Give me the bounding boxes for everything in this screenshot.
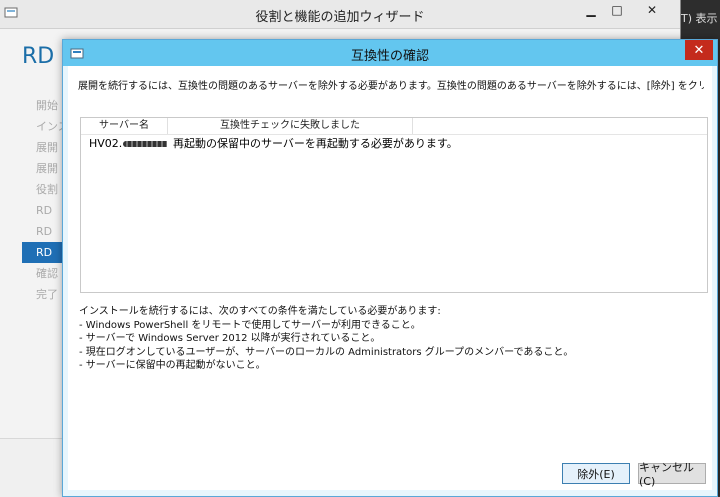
wizard-titlebar: 役割と機能の追加ウィザード ▁ □ ✕	[0, 0, 680, 29]
wizard-heading: RD	[22, 44, 55, 69]
failure-reason-cell: 再起動の保留中のサーバーを再起動する必要があります。	[173, 137, 458, 150]
cancel-button[interactable]: キャンセル(C)	[638, 461, 706, 488]
condition-line: - サーバーに保留中の再起動がないこと。	[79, 360, 266, 371]
server-list[interactable]: サーバー名 互換性チェックに失敗しました HV02. 再起動の保留中のサーバーを…	[80, 117, 708, 293]
dialog-buttons: 除外(E) キャンセル(C)	[562, 461, 706, 488]
dialog-close-button[interactable]: ✕	[685, 40, 713, 60]
dialog-titlebar: 互換性の確認 ✕	[63, 40, 717, 66]
compatibility-dialog: 互換性の確認 ✕ 展開を続行するには、互換性の問題のあるサーバーを除外する必要が…	[62, 39, 718, 497]
redacted-mark	[123, 141, 167, 147]
condition-line: - サーバーで Windows Server 2012 以降が実行されていること…	[79, 333, 381, 344]
server-name-text: HV02.	[89, 137, 123, 150]
server-name-cell: HV02.	[81, 135, 167, 152]
dialog-body: 展開を続行するには、互換性の問題のあるサーバーを除外する必要があります。互換性の…	[68, 66, 712, 490]
conditions-text: インストールを続行するには、次のすべての条件を満たしている必要があります: - …	[79, 305, 705, 373]
wizard-window-controls: ▁ □ ✕	[578, 0, 674, 20]
remove-button[interactable]: 除外(E)	[562, 463, 630, 484]
condition-line: インストールを続行するには、次のすべての条件を満たしている必要があります:	[79, 306, 441, 317]
column-header-server-name[interactable]: サーバー名	[81, 118, 168, 134]
condition-line: - Windows PowerShell をリモートで使用してサーバーが利用でき…	[79, 319, 421, 331]
background-menu-text: T) 表示	[681, 12, 718, 25]
table-row[interactable]: HV02. 再起動の保留中のサーバーを再起動する必要があります。	[81, 135, 707, 152]
column-header-failure[interactable]: 互換性チェックに失敗しました	[168, 118, 413, 134]
column-header-empty[interactable]	[413, 118, 707, 134]
maximize-button[interactable]: □	[604, 0, 630, 20]
minimize-button[interactable]: ▁	[578, 0, 604, 20]
wizard-close-button[interactable]: ✕	[630, 0, 674, 20]
condition-line: - 現在ログオンしているユーザーが、サーバーのローカルの Administrat…	[79, 346, 574, 358]
instruction-text: 展開を続行するには、互換性の問題のあるサーバーを除外する必要があります。互換性の…	[78, 81, 704, 92]
dialog-title: 互換性の確認	[350, 49, 429, 64]
list-header: サーバー名 互換性チェックに失敗しました	[81, 118, 707, 135]
